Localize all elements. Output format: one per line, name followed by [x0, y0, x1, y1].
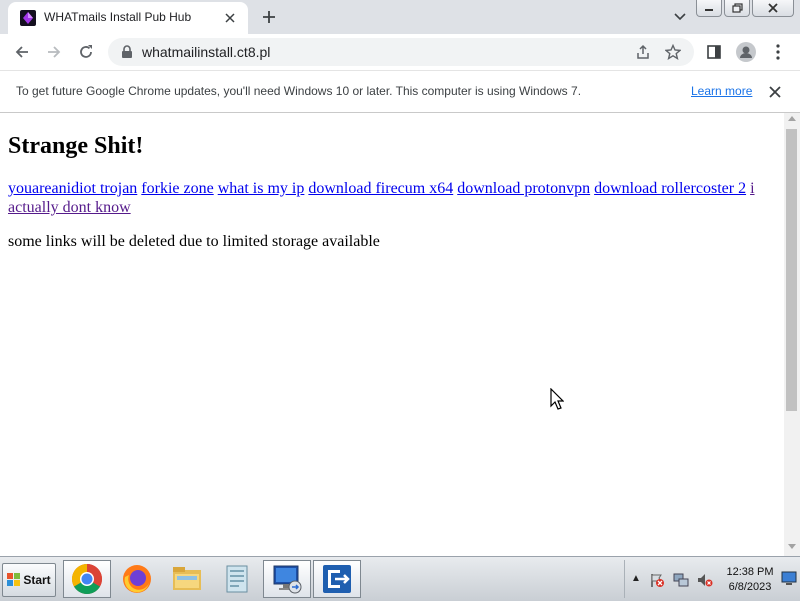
taskbar-remote-desktop[interactable] — [263, 560, 311, 598]
start-label: Start — [23, 573, 51, 587]
filezilla-icon — [323, 565, 351, 593]
action-center-flag-icon[interactable] — [649, 572, 665, 588]
link-youareanidiot-trojan[interactable]: youareanidiot trojan — [8, 180, 137, 197]
new-tab-button[interactable] — [258, 6, 280, 28]
infobar-message: To get future Google Chrome updates, you… — [16, 84, 582, 98]
show-hidden-icons-icon[interactable]: ▲ — [631, 573, 641, 584]
tab-search-button[interactable] — [670, 8, 690, 26]
network-icon[interactable] — [673, 572, 689, 588]
restore-icon — [731, 3, 743, 13]
storage-notice: some links will be deleted due to limite… — [8, 233, 380, 250]
back-button[interactable] — [8, 38, 36, 66]
taskbar-notepad[interactable] — [213, 560, 261, 598]
clock-date: 6/8/2023 — [728, 581, 772, 593]
page-heading: Strange Shit! — [8, 133, 144, 159]
taskbar-firefox[interactable] — [113, 560, 161, 598]
reload-icon — [80, 45, 92, 58]
kebab-menu-icon — [776, 44, 780, 60]
share-icon[interactable] — [634, 43, 652, 61]
file-explorer-icon — [173, 567, 201, 590]
browser-toolbar: whatmailinstall.ct8.pl — [0, 34, 800, 71]
browser-tab[interactable]: WHATmails Install Pub Hub — [8, 2, 248, 34]
link-download-protonvpn[interactable]: download protonvpn — [457, 180, 590, 197]
address-bar[interactable]: whatmailinstall.ct8.pl — [108, 38, 694, 66]
start-button[interactable]: Start — [2, 563, 56, 597]
side-panel-button[interactable] — [700, 38, 728, 66]
forward-button[interactable] — [40, 38, 68, 66]
reload-button[interactable] — [72, 38, 100, 66]
minimize-button[interactable] — [696, 0, 722, 17]
url-text[interactable]: whatmailinstall.ct8.pl — [142, 44, 270, 60]
plus-icon — [263, 11, 275, 23]
system-clock[interactable]: 12:38 PM 6/8/2023 — [721, 565, 779, 595]
chrome-icon — [71, 564, 103, 595]
arrow-left-icon — [15, 46, 28, 58]
firefox-icon — [123, 565, 151, 593]
window-controls — [696, 0, 794, 17]
profile-avatar-icon — [736, 42, 756, 62]
scroll-up-icon[interactable] — [788, 116, 796, 121]
windows-flag-icon — [7, 573, 21, 586]
link-what-is-my-ip[interactable]: what is my ip — [218, 180, 305, 197]
link-download-firecum[interactable]: download firecum x64 — [308, 180, 453, 197]
tab-title: WHATmails Install Pub Hub — [44, 10, 192, 24]
side-panel-icon — [707, 45, 721, 59]
link-list: youareanidiot trojan forkie zone what is… — [8, 179, 768, 217]
arrow-right-icon — [48, 46, 61, 58]
show-desktop-button[interactable] — [781, 570, 797, 588]
notepad-icon — [226, 565, 248, 593]
menu-button[interactable] — [764, 38, 792, 66]
purple-crystal-icon — [20, 10, 36, 26]
remote-desktop-icon — [273, 565, 302, 594]
monitor-icon — [781, 571, 797, 585]
profile-button[interactable] — [732, 38, 760, 66]
system-tray: ▲ 12:38 PM 6/8/2023 — [624, 560, 800, 598]
page-content: Strange Shit! youareanidiot trojan forki… — [0, 113, 784, 556]
taskbar-filezilla[interactable] — [313, 560, 361, 598]
page-scrollbar[interactable] — [784, 113, 800, 556]
chevron-down-icon — [674, 13, 686, 21]
clock-time: 12:38 PM — [726, 566, 774, 578]
volume-muted-icon[interactable] — [697, 572, 713, 588]
taskbar-explorer[interactable] — [163, 560, 211, 598]
taskbar: Start ▲ 12:38 PM 6/8/2023 — [0, 556, 800, 601]
scroll-down-icon[interactable] — [788, 544, 796, 549]
taskbar-chrome[interactable] — [63, 560, 111, 598]
restore-button[interactable] — [724, 0, 750, 17]
learn-more-link[interactable]: Learn more — [691, 84, 752, 98]
bookmark-star-icon[interactable] — [664, 43, 682, 61]
infobar-close-icon[interactable] — [766, 83, 784, 101]
lock-icon[interactable] — [120, 44, 134, 60]
close-icon — [768, 3, 778, 13]
scrollbar-thumb[interactable] — [786, 129, 797, 411]
close-window-button[interactable] — [752, 0, 794, 17]
tab-close-icon[interactable] — [220, 8, 240, 28]
link-download-rollercoster[interactable]: download rollercoster 2 — [594, 180, 746, 197]
minimize-icon — [705, 9, 713, 11]
link-forkie-zone[interactable]: forkie zone — [141, 180, 213, 197]
update-infobar: To get future Google Chrome updates, you… — [0, 71, 800, 113]
mouse-cursor-icon — [550, 387, 565, 417]
tab-strip: WHATmails Install Pub Hub — [0, 0, 800, 34]
